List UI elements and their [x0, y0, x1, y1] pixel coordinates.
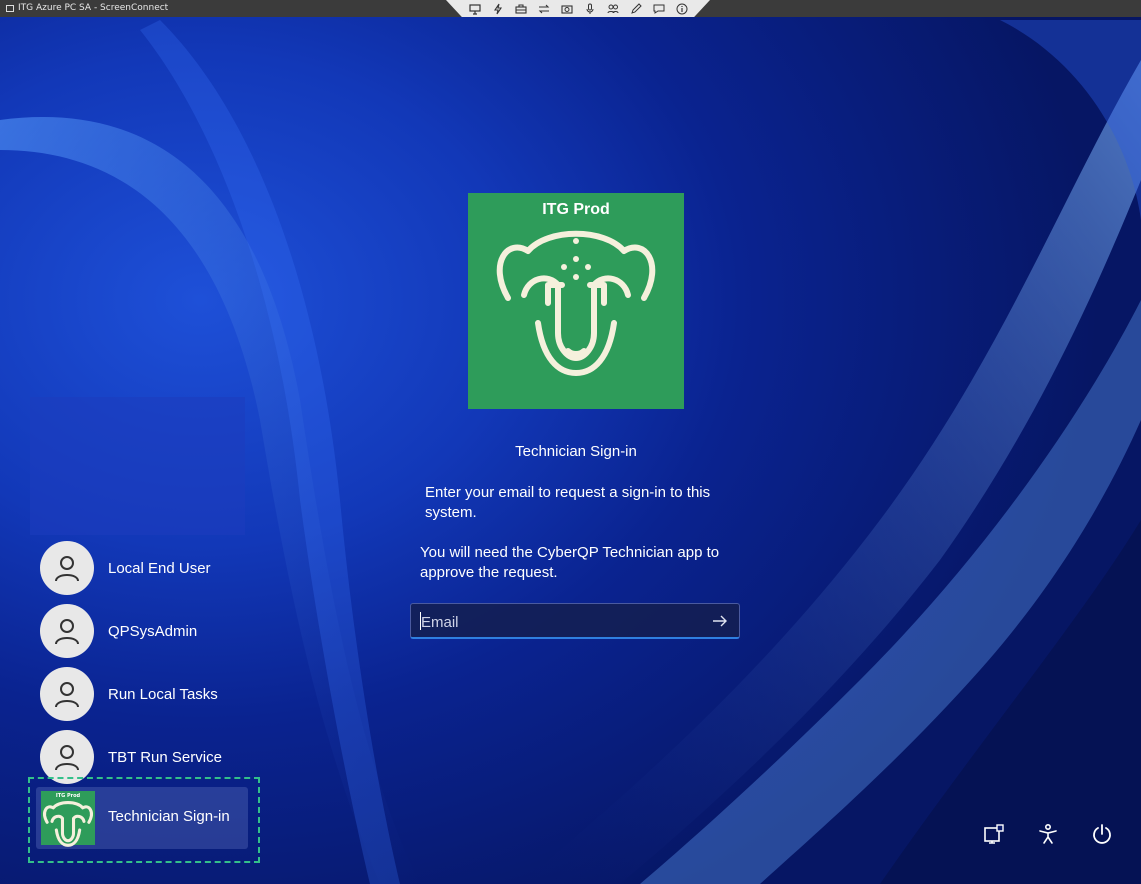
- user-item-run-local-tasks[interactable]: Run Local Tasks: [40, 666, 245, 722]
- user-name: QPSysAdmin: [108, 622, 198, 640]
- user-item-qpsysadmin[interactable]: QPSysAdmin: [40, 603, 245, 659]
- user-avatar-icon: [40, 604, 94, 658]
- selection-highlight: [28, 777, 260, 863]
- user-picture-placeholder: [30, 397, 245, 535]
- instruction-app: You will need the CyberQP Technician app…: [420, 544, 720, 581]
- remote-title-bar: ITG Azure PC SA - ScreenConnect: [0, 0, 1141, 17]
- instruction-email: Enter your email to request a sign-in to…: [425, 484, 711, 521]
- submit-arrow-icon[interactable]: [711, 612, 729, 630]
- accessibility-icon[interactable]: [1036, 822, 1060, 846]
- itg-prod-logo: ITG Prod: [468, 193, 684, 409]
- text-caret: [420, 612, 421, 630]
- toolbox-icon[interactable]: [514, 2, 528, 16]
- network-icon[interactable]: [982, 822, 1006, 846]
- email-input[interactable]: [419, 610, 703, 634]
- jaguar-logo-icon: [496, 230, 656, 376]
- power-icon[interactable]: [1090, 822, 1114, 846]
- lightning-icon[interactable]: [491, 2, 505, 16]
- user-avatar-icon: [40, 541, 94, 595]
- chat-icon[interactable]: [652, 2, 666, 16]
- window-title: ITG Azure PC SA - ScreenConnect: [18, 3, 169, 13]
- user-name: Run Local Tasks: [108, 685, 218, 703]
- camera-icon[interactable]: [560, 2, 574, 16]
- swap-icon[interactable]: [537, 2, 551, 16]
- microphone-icon[interactable]: [583, 2, 597, 16]
- pencil-icon[interactable]: [629, 2, 643, 16]
- email-field-container: [410, 603, 740, 639]
- user-item-local-end-user[interactable]: Local End User: [40, 540, 245, 596]
- users-icon[interactable]: [606, 2, 620, 16]
- user-name: Local End User: [108, 559, 211, 577]
- user-avatar-icon: [40, 667, 94, 721]
- window-icon: [6, 5, 14, 12]
- screenconnect-toolbar: [446, 0, 710, 17]
- monitor-icon[interactable]: [468, 2, 482, 16]
- user-avatar-icon: [40, 730, 94, 784]
- logo-text: ITG Prod: [542, 201, 610, 218]
- user-name: TBT Run Service: [108, 748, 222, 766]
- signin-title: Technician Sign-in: [515, 443, 637, 460]
- info-icon[interactable]: [675, 2, 689, 16]
